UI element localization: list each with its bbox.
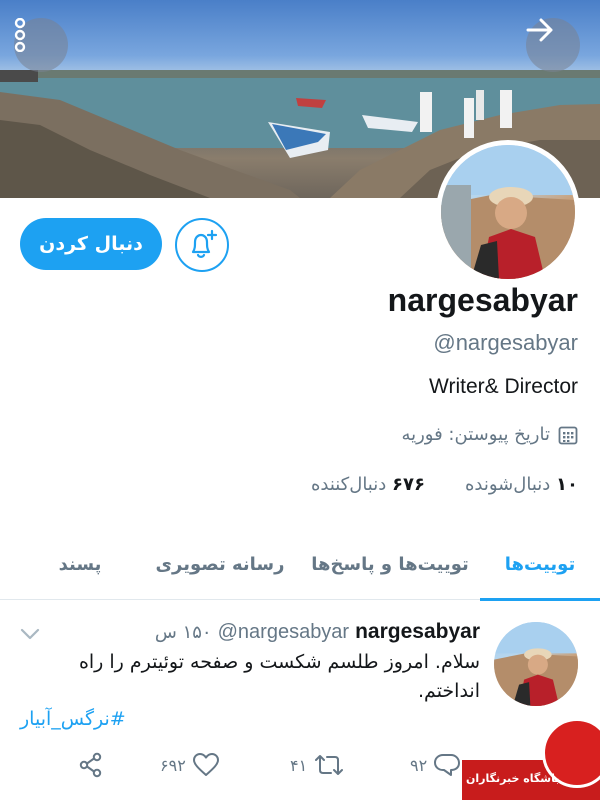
tweet-time: ۱۵۰ س [154, 622, 212, 643]
profile-stats: ۱۰ دنبال‌شونده ۶۷۶ دنبال‌کننده [311, 474, 578, 495]
following-label: دنبال‌شونده [464, 474, 551, 495]
profile-bio: Writer& Director [429, 375, 578, 398]
followers-count: ۶۷۶ [392, 474, 425, 495]
chevron-down-icon [20, 628, 40, 640]
profile-tabs: توییت‌ها توییت‌ها و پاسخ‌ها رسانه تصویری… [0, 528, 600, 601]
more-options-button[interactable] [14, 18, 68, 72]
follow-button[interactable]: دنبال کردن [20, 218, 162, 270]
heart-icon [192, 753, 219, 776]
tweet-menu-button[interactable] [20, 626, 40, 645]
like-button[interactable]: ۶۹۲ [160, 752, 220, 778]
followers-label: دنبال‌کننده [310, 474, 387, 495]
watermark-text: باشگاه خبرنگاران [466, 772, 560, 785]
retweet-button[interactable]: ۴۱ [290, 752, 345, 778]
more-vertical-icon [14, 18, 26, 52]
tweet-handle: @nargesabyar [217, 621, 350, 643]
tweet-avatar[interactable] [494, 622, 578, 706]
following-count: ۱۰ [556, 474, 578, 495]
profile-avatar[interactable] [436, 140, 580, 284]
tweet-text: سلام. امروز طلسم شکست و صفحه توئیترم را … [78, 651, 480, 702]
tweet-header: ۱۵۰ س @nargesabyar nargesabyar [155, 620, 480, 644]
joined-date: تاریخ پیوستن: فوریه [401, 424, 578, 445]
reply-button[interactable]: ۹۲ [410, 752, 461, 778]
profile-handle: @nargesabyar [433, 330, 578, 355]
bell-plus-icon [191, 229, 218, 258]
joined-label: تاریخ پیوستن: فوریه [401, 424, 550, 445]
forward-button[interactable] [526, 18, 580, 72]
reply-icon [434, 754, 461, 776]
tab-media[interactable]: رسانه تصویری [140, 528, 300, 600]
calendar-icon [558, 426, 578, 444]
following-stat[interactable]: ۱۰ دنبال‌شونده [465, 474, 578, 495]
followers-stat[interactable]: ۶۷۶ دنبال‌کننده [311, 474, 425, 495]
tab-likes[interactable]: پسند [20, 528, 140, 600]
tab-tweets[interactable]: توییت‌ها [480, 528, 600, 601]
tweet-name[interactable]: nargesabyar [355, 620, 480, 644]
retweet-icon [315, 755, 344, 775]
arrow-right-icon [526, 18, 553, 42]
avatar-image [441, 145, 575, 279]
retweet-count: ۴۱ [290, 755, 308, 775]
share-button[interactable] [78, 752, 104, 778]
share-icon [79, 752, 102, 778]
tab-tweets-replies[interactable]: توییت‌ها و پاسخ‌ها [300, 528, 480, 600]
profile-name: nargesabyar [387, 282, 578, 318]
notification-button[interactable] [175, 218, 229, 272]
like-count: ۶۹۲ [160, 755, 186, 775]
reply-count: ۹۲ [410, 755, 428, 775]
tweet-hashtag[interactable]: #نرگس_آبیار [20, 708, 126, 730]
